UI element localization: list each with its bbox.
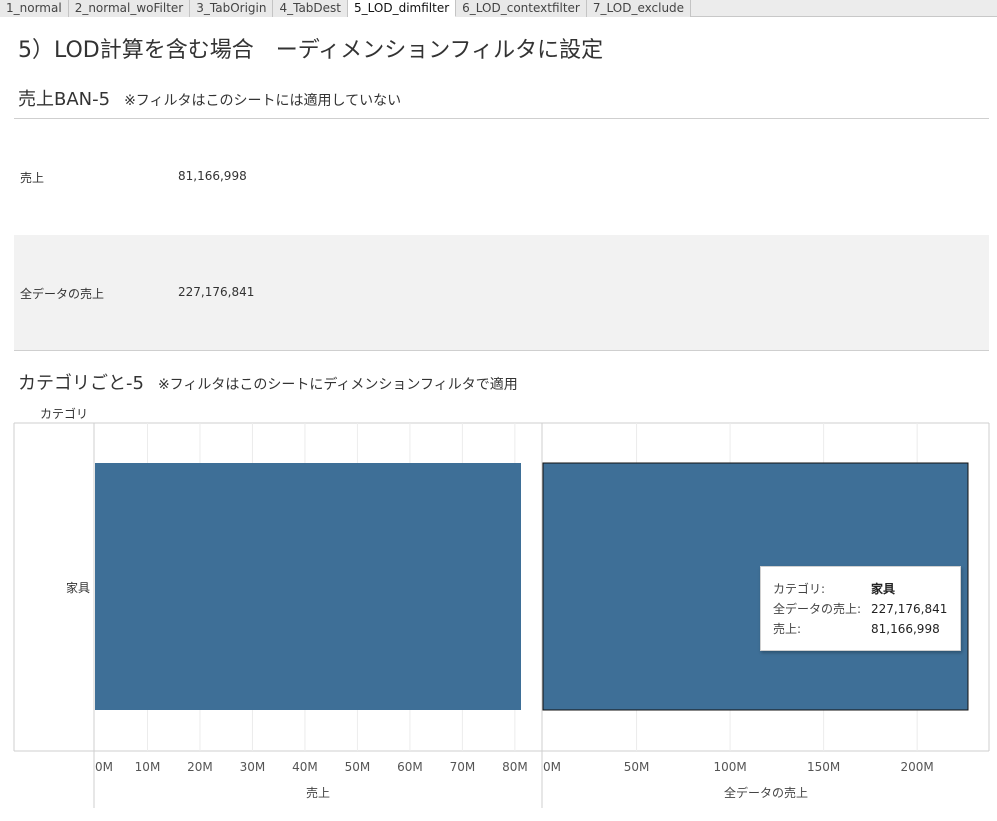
- tick-label: 100M: [713, 760, 746, 774]
- tick-label: 80M: [502, 760, 528, 774]
- bar: [95, 463, 521, 710]
- axis-title: 売上: [306, 785, 330, 800]
- tooltip-key: 全データの売上:: [773, 602, 862, 616]
- tooltip-value: 家具: [871, 582, 896, 596]
- tick-label: 70M: [450, 760, 476, 774]
- tick-label: 0M: [95, 760, 113, 774]
- tick-label: 30M: [240, 760, 266, 774]
- tick-label: 50M: [624, 760, 650, 774]
- tooltip: カテゴリ: 家具 全データの売上: 227,176,841 売上: 81,166,99…: [760, 566, 961, 651]
- tick-label: 40M: [292, 760, 318, 774]
- tick-label: 60M: [397, 760, 423, 774]
- tick-label: 10M: [135, 760, 161, 774]
- tooltip-key: 売上:: [773, 622, 802, 636]
- tick-label: 200M: [901, 760, 934, 774]
- tick-label: 150M: [807, 760, 840, 774]
- tooltip-row: 全データの売上: 227,176,841: [773, 599, 960, 619]
- tick-label: 0M: [543, 760, 561, 774]
- tooltip-key: カテゴリ:: [773, 582, 826, 596]
- tick-label: 50M: [345, 760, 371, 774]
- tooltip-row: 売上: 81,166,998: [773, 619, 960, 639]
- category-label: 家具: [66, 581, 91, 595]
- bar-chart: 0M 10M 20M 30M 40M 50M 60M 70M 80M 売上 0M 50M 100M 150…: [13, 422, 990, 808]
- axis-title: 全データの売上: [724, 785, 808, 800]
- tick-label: 20M: [187, 760, 213, 774]
- tooltip-row: カテゴリ: 家具: [773, 579, 960, 599]
- tooltip-value: 227,176,841: [871, 602, 948, 616]
- tooltip-value: 81,166,998: [871, 622, 940, 636]
